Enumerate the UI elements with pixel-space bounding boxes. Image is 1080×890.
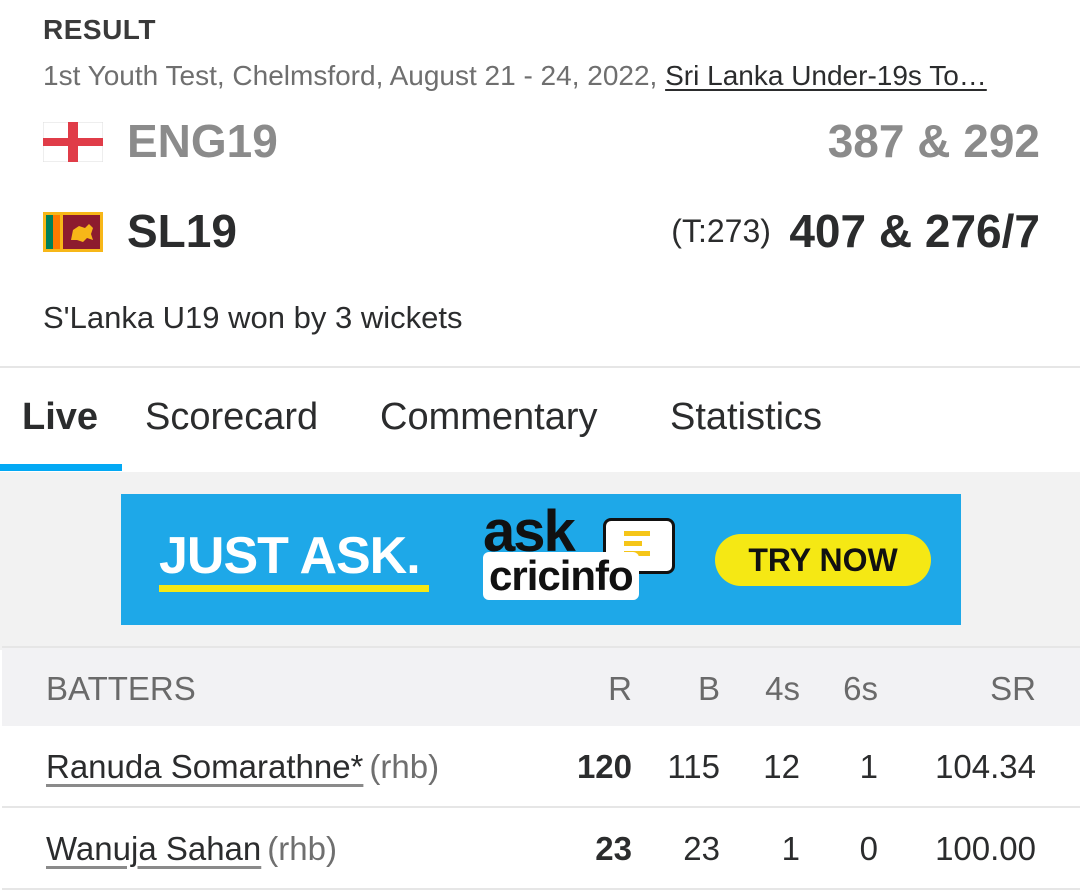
strike-rate-value: 100.00 bbox=[935, 830, 1036, 867]
batter-cell: Ranuda Somarathne* (rhb) bbox=[46, 748, 439, 786]
series-link[interactable]: Sri Lanka Under-19s To… bbox=[665, 60, 987, 91]
batting-hand: (rhb) bbox=[369, 748, 440, 785]
header-balls: B bbox=[697, 670, 720, 707]
match-status-label: RESULT bbox=[43, 14, 156, 45]
team-row-england[interactable]: ENG19 387 & 292 bbox=[43, 108, 1040, 172]
sixes-value: 1 bbox=[859, 748, 878, 785]
header-runs: R bbox=[608, 670, 632, 707]
tab-live[interactable]: Live bbox=[22, 396, 98, 439]
banner-tagline-underline bbox=[159, 585, 429, 592]
team-score: 387 & 292 bbox=[827, 115, 1040, 167]
header-strike-rate: SR bbox=[990, 670, 1036, 707]
runs-value: 120 bbox=[576, 748, 632, 785]
team-score: 407 & 276/7 bbox=[789, 205, 1040, 257]
england-flag-icon bbox=[43, 122, 103, 162]
batting-hand: (rhb) bbox=[267, 830, 337, 867]
strike-rate-value: 104.34 bbox=[935, 748, 1036, 785]
team-name: SL19 bbox=[127, 205, 237, 257]
tab-scorecard[interactable]: Scorecard bbox=[145, 396, 318, 439]
target-score: (T:273) bbox=[671, 212, 771, 249]
table-row: Ranuda Somarathne* (rhb) 120 115 12 1 104… bbox=[2, 726, 1080, 808]
match-tabs: Live Scorecard Commentary Statistics bbox=[0, 368, 1080, 472]
team-row-sri-lanka[interactable]: SL19 (T:273) 407 & 276/7 bbox=[43, 198, 1040, 262]
tab-statistics[interactable]: Statistics bbox=[670, 396, 822, 439]
match-description: 1st Youth Test, Chelmsford, August 21 - … bbox=[43, 60, 666, 91]
team-name: ENG19 bbox=[127, 115, 278, 167]
ask-cricinfo-logo: ask cricinfo bbox=[479, 499, 681, 612]
tab-commentary[interactable]: Commentary bbox=[380, 396, 598, 439]
header-batters: BATTERS bbox=[46, 670, 196, 707]
match-info: 1st Youth Test, Chelmsford, August 21 - … bbox=[43, 60, 1040, 92]
fours-value: 12 bbox=[763, 748, 800, 785]
balls-value: 23 bbox=[683, 830, 720, 867]
banner-tagline: JUST ASK. bbox=[159, 527, 421, 585]
batter-name-link[interactable]: Ranuda Somarathne* bbox=[46, 748, 363, 785]
runs-value: 23 bbox=[595, 830, 632, 867]
balls-value: 115 bbox=[667, 748, 720, 785]
table-header: BATTERS R B 4s 6s SR bbox=[2, 646, 1080, 726]
header-fours: 4s bbox=[765, 670, 800, 707]
batter-name-link[interactable]: Wanuja Sahan bbox=[46, 830, 261, 867]
try-now-button[interactable]: TRY NOW bbox=[715, 534, 931, 586]
table-row: Wanuja Sahan (rhb) 23 23 1 0 100.00 bbox=[2, 808, 1080, 890]
fours-value: 1 bbox=[781, 830, 800, 867]
header-sixes: 6s bbox=[843, 670, 878, 707]
batter-cell: Wanuja Sahan (rhb) bbox=[46, 830, 337, 868]
active-tab-indicator bbox=[0, 464, 122, 471]
ask-cricinfo-banner[interactable]: JUST ASK. ask cricinfo TRY NOW bbox=[121, 494, 961, 625]
logo-cricinfo-text: cricinfo bbox=[483, 552, 639, 600]
sri-lanka-flag-icon bbox=[43, 212, 103, 252]
match-result-text: S'Lanka U19 won by 3 wickets bbox=[43, 300, 463, 335]
sixes-value: 0 bbox=[859, 830, 878, 867]
